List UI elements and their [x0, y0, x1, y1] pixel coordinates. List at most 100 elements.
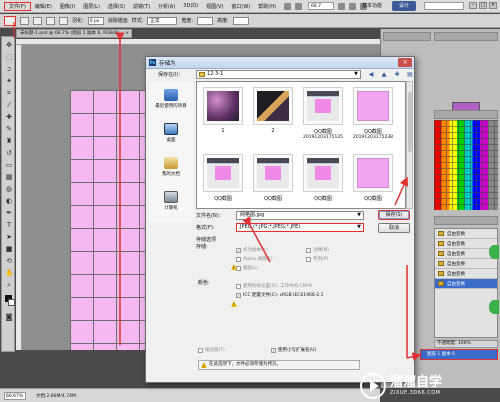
lowercase-extension-checkbox[interactable]: ✓ 使用小写扩展名(U): [271, 347, 316, 353]
hand-tool-icon[interactable]: ✋: [5, 269, 14, 277]
place-documents[interactable]: 我的文档: [151, 157, 191, 177]
back-icon[interactable]: ◀: [366, 70, 376, 79]
panel-expand-icon[interactable]: [489, 300, 499, 314]
status-zoom-field[interactable]: 66.67%: [4, 391, 26, 400]
file-thumb[interactable]: [203, 154, 243, 192]
lasso-tool-icon[interactable]: ↄ: [5, 65, 13, 73]
dodge-tool-icon[interactable]: ◐: [5, 197, 13, 205]
file-thumb[interactable]: [203, 87, 243, 125]
selected-layer-row[interactable]: 图层 1 副本 6: [420, 349, 498, 360]
alpha-checkbox[interactable]: Alpha 通道(E): [236, 256, 273, 262]
close-icon[interactable]: ×: [489, 2, 497, 9]
file-thumb[interactable]: [353, 154, 393, 192]
workspace-essentials[interactable]: 基本功能: [362, 2, 382, 9]
history-item[interactable]: 自由变换: [435, 259, 497, 269]
document-tab[interactable]: 未标题-1.psd @ 66.7% (图层 1 副本 6, RGB/8) ×: [16, 29, 132, 38]
up-folder-icon[interactable]: ▲: [379, 70, 389, 79]
workspace-design-button[interactable]: 设计: [392, 1, 416, 11]
history-brush-icon[interactable]: ↺: [5, 149, 13, 157]
dialog-close-icon[interactable]: ×: [398, 58, 412, 67]
chevron-down-icon[interactable]: ▼: [357, 224, 361, 231]
width-input[interactable]: [197, 16, 214, 25]
hand-tool-icon[interactable]: [337, 2, 345, 10]
arrange-documents-icon[interactable]: [348, 2, 356, 10]
file-thumb[interactable]: [303, 154, 343, 192]
subtract-selection-icon[interactable]: [46, 16, 55, 25]
menu-item-10[interactable]: 帮助(H): [254, 3, 280, 10]
launch-bridge-icon[interactable]: [283, 2, 291, 10]
healing-brush-icon[interactable]: ✚: [5, 113, 13, 121]
place-desktop[interactable]: 桌面: [151, 123, 191, 143]
minimize-icon[interactable]: –: [469, 2, 477, 9]
layers-checkbox[interactable]: 图层(L): [236, 265, 258, 271]
3d-rotate-icon[interactable]: ⟲: [5, 257, 13, 265]
help-search-input[interactable]: [424, 2, 464, 10]
file-list-scrollbar[interactable]: [406, 81, 413, 209]
crop-tool-icon[interactable]: ⌗: [5, 89, 13, 97]
history-panel-tab[interactable]: [434, 216, 498, 225]
menu-item-7[interactable]: 3D(D): [179, 3, 202, 9]
eraser-tool-icon[interactable]: ▭: [5, 161, 13, 169]
menu-item-2[interactable]: 图像(I): [56, 3, 79, 10]
pen-tool-icon[interactable]: ✒: [5, 209, 13, 217]
type-tool-icon[interactable]: T: [5, 221, 13, 229]
icc-profile-checkbox[interactable]: ✓ ICC 配置文件(C): sRGB IEC61966-2.1: [236, 292, 324, 298]
menu-item-6[interactable]: 分析(A): [154, 3, 179, 10]
file-thumb[interactable]: [303, 87, 343, 125]
format-select[interactable]: JPEG (*.JPG;*.JPEG;*.JPE) ▼: [236, 223, 364, 232]
history-item[interactable]: 自由变换: [435, 239, 497, 249]
history-item[interactable]: 自由变换: [435, 229, 497, 239]
path-selection-icon[interactable]: ➤: [5, 233, 13, 241]
maximize-icon[interactable]: □: [479, 2, 487, 9]
menu-item-9[interactable]: 窗口(W): [227, 3, 254, 10]
menu-edit[interactable]: 编辑(E): [31, 3, 56, 10]
save-in-combo[interactable]: 12-3-1 ▼: [196, 70, 361, 79]
new-selection-icon[interactable]: [20, 16, 29, 25]
view-extras-icon[interactable]: [294, 2, 302, 10]
tool-preset-picker[interactable]: [4, 15, 16, 26]
zoom-tool-icon[interactable]: ⌕: [5, 281, 13, 289]
style-select[interactable]: 正常: [147, 16, 178, 25]
chevron-down-icon[interactable]: ▼: [357, 212, 361, 219]
quick-mask-icon[interactable]: ◙: [5, 313, 13, 321]
menu-item-5[interactable]: 滤镜(T): [129, 3, 154, 10]
thumbnail-checkbox[interactable]: 缩览图(T): [198, 347, 225, 353]
menu-item-3[interactable]: 图层(L): [79, 3, 104, 10]
opacity-field[interactable]: 不透明度: 100%: [434, 340, 498, 348]
menu-item-8[interactable]: 视图(V): [202, 3, 227, 10]
place-computer[interactable]: 计算机: [151, 191, 191, 211]
dialog-title-bar[interactable]: Ps 存储为 ×: [146, 57, 414, 69]
move-tool-icon[interactable]: ✥: [5, 41, 13, 49]
file-thumb[interactable]: [253, 87, 293, 125]
panel-collapse-icon[interactable]: [489, 245, 499, 259]
shape-tool-icon[interactable]: ■: [5, 245, 13, 253]
proof-setup-checkbox[interactable]: 使用校样设置(O): 工作中的 CMYK: [236, 283, 312, 289]
view-menu-icon[interactable]: ▤: [405, 70, 415, 79]
feather-input[interactable]: 0 px: [87, 16, 104, 25]
copy-checkbox[interactable]: ✓ 作为副本(Y): [236, 247, 267, 253]
spot-checkbox[interactable]: 专色(P): [306, 256, 328, 262]
scrollbar-thumb[interactable]: [408, 92, 412, 152]
cancel-button[interactable]: 取消: [378, 223, 410, 233]
notes-checkbox[interactable]: 注释(N): [306, 247, 329, 253]
file-thumb[interactable]: [253, 154, 293, 192]
background-color-swatch[interactable]: [8, 299, 15, 306]
clone-stamp-icon[interactable]: ♜: [5, 137, 13, 145]
close-tab-icon[interactable]: ×: [125, 30, 129, 37]
file-thumb[interactable]: [353, 87, 393, 125]
brush-tool-icon[interactable]: ✎: [5, 125, 13, 133]
color-panel-tab[interactable]: [434, 32, 498, 41]
blur-tool-icon[interactable]: ◍: [5, 185, 13, 193]
antialias-label[interactable]: 消除锯齿: [108, 17, 128, 24]
height-input[interactable]: [232, 16, 249, 25]
magic-wand-icon[interactable]: ✦: [5, 77, 13, 85]
menu-item-4[interactable]: 选择(S): [104, 3, 129, 10]
save-button[interactable]: 保存(S): [378, 210, 410, 220]
history-item-active[interactable]: 自由变换: [435, 279, 497, 289]
place-recent[interactable]: 最近使用的项目: [151, 89, 191, 109]
marquee-tool-icon[interactable]: ⬚: [5, 53, 13, 61]
new-folder-icon[interactable]: ✚: [392, 70, 402, 79]
history-item[interactable]: 自由变换: [435, 269, 497, 279]
history-item[interactable]: 自由变换: [435, 249, 497, 259]
gradient-tool-icon[interactable]: ▦: [5, 173, 13, 181]
